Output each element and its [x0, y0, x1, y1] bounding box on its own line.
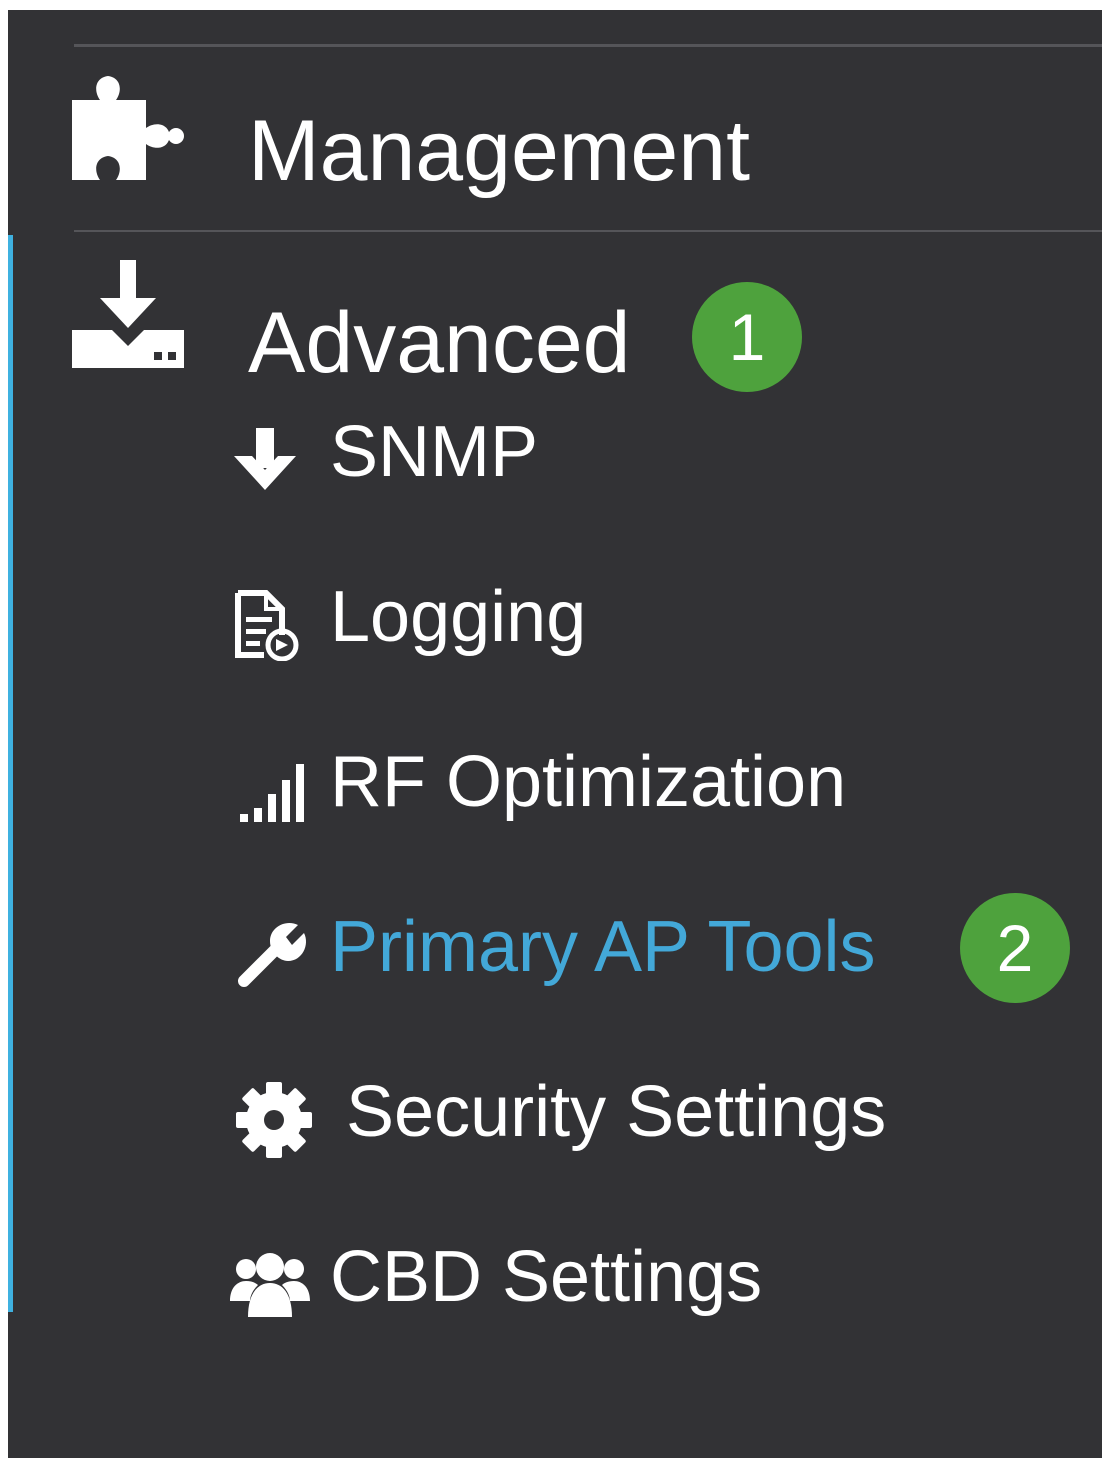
arrow-down-icon: [234, 428, 296, 490]
sidebar-item-label: Primary AP Tools: [330, 907, 876, 987]
sidebar-item-label: RF Optimization: [330, 742, 847, 822]
sidebar-item-label: Advanced: [248, 295, 631, 391]
puzzle-icon: [72, 76, 184, 180]
sidebar-item-label: Security Settings: [346, 1072, 887, 1152]
signal-bars-icon: [240, 764, 304, 822]
gear-icon: [236, 1082, 312, 1158]
sidebar-item-cbd-settings[interactable]: CBD Settings: [230, 1235, 1090, 1325]
step-badge: 1: [692, 282, 802, 392]
sidebar-item-security-settings[interactable]: Security Settings: [230, 1070, 1090, 1160]
sidebar-item-rf-optimization[interactable]: RF Optimization: [230, 740, 1090, 830]
sidebar-item-management[interactable]: Management: [8, 70, 1102, 200]
log-file-icon: [235, 590, 299, 661]
sidebar-nav: Management Advanced 1 SNMP Logging RF Op…: [8, 10, 1102, 1458]
divider: [74, 230, 1102, 232]
step-badge: 2: [960, 893, 1070, 1003]
divider: [74, 44, 1102, 47]
users-icon: [230, 1253, 310, 1317]
download-tray-icon: [72, 260, 184, 368]
wrench-icon: [238, 922, 307, 987]
sidebar-item-label: SNMP: [330, 412, 539, 492]
sidebar-item-logging[interactable]: Logging: [230, 575, 1090, 665]
sidebar-item-label: Management: [248, 103, 750, 199]
sidebar-item-advanced[interactable]: Advanced 1: [8, 250, 1102, 400]
sidebar-item-label: CBD Settings: [330, 1237, 763, 1317]
sidebar-item-snmp[interactable]: SNMP: [230, 410, 1090, 500]
sidebar-item-label: Logging: [330, 577, 587, 657]
